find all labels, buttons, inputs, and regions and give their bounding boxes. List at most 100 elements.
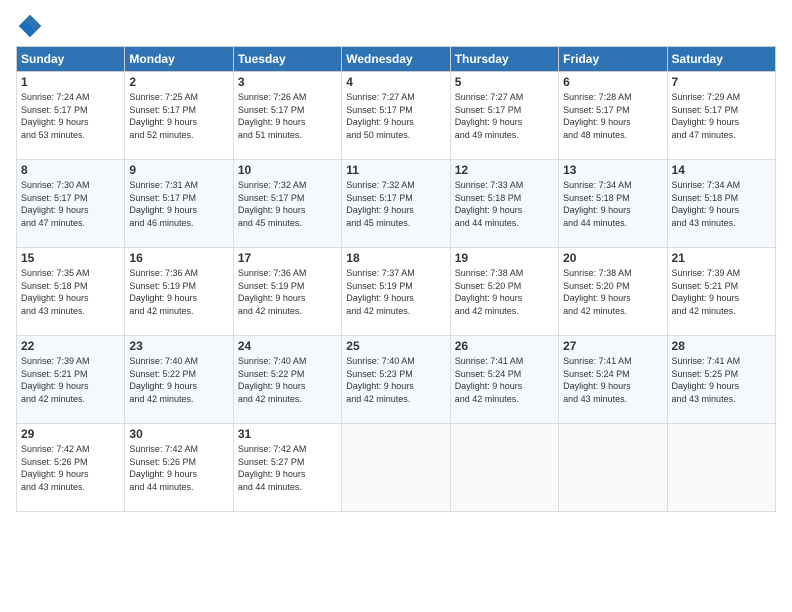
day-info: Sunrise: 7:27 AM Sunset: 5:17 PM Dayligh…: [455, 91, 554, 141]
calendar-cell: 10 Sunrise: 7:32 AM Sunset: 5:17 PM Dayli…: [233, 160, 341, 248]
weekday-header-thursday: Thursday: [450, 47, 558, 72]
day-number: 25: [346, 339, 445, 353]
calendar-cell: 12 Sunrise: 7:33 AM Sunset: 5:18 PM Dayli…: [450, 160, 558, 248]
weekday-header-tuesday: Tuesday: [233, 47, 341, 72]
calendar-cell: 9Sunrise: 7:31 AM Sunset: 5:17 PM Daylig…: [125, 160, 233, 248]
day-number: 24: [238, 339, 337, 353]
day-number: 15: [21, 251, 120, 265]
day-info: Sunrise: 7:42 AM Sunset: 5:26 PM Dayligh…: [21, 443, 120, 493]
calendar-cell: 28Sunrise: 7:41 AM Sunset: 5:25 PM Dayli…: [667, 336, 775, 424]
calendar-cell: 30 Sunrise: 7:42 AM Sunset: 5:26 PM Dayli…: [125, 424, 233, 512]
day-info: Sunrise: 7:42 AM Sunset: 5:26 PM Dayligh…: [129, 443, 228, 493]
day-info: Sunrise: 7:38 AM Sunset: 5:20 PM Dayligh…: [455, 267, 554, 317]
day-number: 27: [563, 339, 662, 353]
logo: [16, 12, 48, 40]
calendar-cell: 13 Sunrise: 7:34 AM Sunset: 5:18 PM Dayli…: [559, 160, 667, 248]
day-number: 18: [346, 251, 445, 265]
day-number: 3: [238, 75, 337, 89]
day-number: 29: [21, 427, 120, 441]
weekday-header-saturday: Saturday: [667, 47, 775, 72]
weekday-header-monday: Monday: [125, 47, 233, 72]
day-info: Sunrise: 7:28 AM Sunset: 5:17 PM Dayligh…: [563, 91, 662, 141]
day-info: Sunrise: 7:27 AM Sunset: 5:17 PM Dayligh…: [346, 91, 445, 141]
day-info: Sunrise: 7:37 AM Sunset: 5:19 PM Dayligh…: [346, 267, 445, 317]
calendar-table: SundayMondayTuesdayWednesdayThursdayFrid…: [16, 46, 776, 512]
calendar-cell: 19 Sunrise: 7:38 AM Sunset: 5:20 PM Dayli…: [450, 248, 558, 336]
day-number: 20: [563, 251, 662, 265]
calendar-cell: 31Sunrise: 7:42 AM Sunset: 5:27 PM Dayli…: [233, 424, 341, 512]
day-number: 9: [129, 163, 228, 177]
calendar-cell: 14 Sunrise: 7:34 AM Sunset: 5:18 PM Dayli…: [667, 160, 775, 248]
calendar-cell: 7 Sunrise: 7:29 AM Sunset: 5:17 PM Daylig…: [667, 72, 775, 160]
day-info: Sunrise: 7:39 AM Sunset: 5:21 PM Dayligh…: [672, 267, 771, 317]
calendar-cell: 29 Sunrise: 7:42 AM Sunset: 5:26 PM Dayli…: [17, 424, 125, 512]
weekday-header-sunday: Sunday: [17, 47, 125, 72]
logo-icon: [16, 12, 44, 40]
day-number: 6: [563, 75, 662, 89]
day-info: Sunrise: 7:33 AM Sunset: 5:18 PM Dayligh…: [455, 179, 554, 229]
day-info: Sunrise: 7:34 AM Sunset: 5:18 PM Dayligh…: [563, 179, 662, 229]
day-info: Sunrise: 7:40 AM Sunset: 5:22 PM Dayligh…: [129, 355, 228, 405]
day-info: Sunrise: 7:34 AM Sunset: 5:18 PM Dayligh…: [672, 179, 771, 229]
day-info: Sunrise: 7:26 AM Sunset: 5:17 PM Dayligh…: [238, 91, 337, 141]
day-number: 22: [21, 339, 120, 353]
day-info: Sunrise: 7:41 AM Sunset: 5:24 PM Dayligh…: [455, 355, 554, 405]
day-number: 19: [455, 251, 554, 265]
calendar-cell: 20 Sunrise: 7:38 AM Sunset: 5:20 PM Dayli…: [559, 248, 667, 336]
calendar-cell: 6 Sunrise: 7:28 AM Sunset: 5:17 PM Daylig…: [559, 72, 667, 160]
day-number: 14: [672, 163, 771, 177]
calendar-cell: [667, 424, 775, 512]
header: [16, 12, 776, 40]
day-number: 21: [672, 251, 771, 265]
calendar-cell: 8 Sunrise: 7:30 AM Sunset: 5:17 PM Daylig…: [17, 160, 125, 248]
day-info: Sunrise: 7:38 AM Sunset: 5:20 PM Dayligh…: [563, 267, 662, 317]
day-number: 13: [563, 163, 662, 177]
day-number: 4: [346, 75, 445, 89]
calendar-cell: 22 Sunrise: 7:39 AM Sunset: 5:21 PM Dayli…: [17, 336, 125, 424]
day-number: 23: [129, 339, 228, 353]
day-info: Sunrise: 7:40 AM Sunset: 5:23 PM Dayligh…: [346, 355, 445, 405]
day-number: 31: [238, 427, 337, 441]
day-number: 5: [455, 75, 554, 89]
calendar-cell: [450, 424, 558, 512]
day-info: Sunrise: 7:24 AM Sunset: 5:17 PM Dayligh…: [21, 91, 120, 141]
calendar-cell: 17 Sunrise: 7:36 AM Sunset: 5:19 PM Dayli…: [233, 248, 341, 336]
calendar-cell: 18 Sunrise: 7:37 AM Sunset: 5:19 PM Dayli…: [342, 248, 450, 336]
calendar-cell: 11Sunrise: 7:32 AM Sunset: 5:17 PM Dayli…: [342, 160, 450, 248]
day-info: Sunrise: 7:36 AM Sunset: 5:19 PM Dayligh…: [238, 267, 337, 317]
day-number: 7: [672, 75, 771, 89]
day-info: Sunrise: 7:30 AM Sunset: 5:17 PM Dayligh…: [21, 179, 120, 229]
calendar-cell: [342, 424, 450, 512]
calendar-week-2: 8 Sunrise: 7:30 AM Sunset: 5:17 PM Daylig…: [17, 160, 776, 248]
calendar-cell: 27Sunrise: 7:41 AM Sunset: 5:24 PM Dayli…: [559, 336, 667, 424]
day-number: 8: [21, 163, 120, 177]
calendar-cell: 3 Sunrise: 7:26 AM Sunset: 5:17 PM Daylig…: [233, 72, 341, 160]
day-info: Sunrise: 7:36 AM Sunset: 5:19 PM Dayligh…: [129, 267, 228, 317]
day-number: 10: [238, 163, 337, 177]
calendar-cell: 21 Sunrise: 7:39 AM Sunset: 5:21 PM Dayli…: [667, 248, 775, 336]
calendar-cell: 24 Sunrise: 7:40 AM Sunset: 5:22 PM Dayli…: [233, 336, 341, 424]
calendar-cell: 2Sunrise: 7:25 AM Sunset: 5:17 PM Daylig…: [125, 72, 233, 160]
weekday-header-wednesday: Wednesday: [342, 47, 450, 72]
calendar-cell: 26 Sunrise: 7:41 AM Sunset: 5:24 PM Dayli…: [450, 336, 558, 424]
calendar-week-3: 15 Sunrise: 7:35 AM Sunset: 5:18 PM Dayli…: [17, 248, 776, 336]
calendar-header-row: SundayMondayTuesdayWednesdayThursdayFrid…: [17, 47, 776, 72]
day-info: Sunrise: 7:29 AM Sunset: 5:17 PM Dayligh…: [672, 91, 771, 141]
day-number: 16: [129, 251, 228, 265]
day-number: 30: [129, 427, 228, 441]
day-info: Sunrise: 7:39 AM Sunset: 5:21 PM Dayligh…: [21, 355, 120, 405]
page: SundayMondayTuesdayWednesdayThursdayFrid…: [0, 0, 792, 612]
day-info: Sunrise: 7:35 AM Sunset: 5:18 PM Dayligh…: [21, 267, 120, 317]
day-number: 26: [455, 339, 554, 353]
calendar-week-4: 22 Sunrise: 7:39 AM Sunset: 5:21 PM Dayli…: [17, 336, 776, 424]
calendar-cell: 25 Sunrise: 7:40 AM Sunset: 5:23 PM Dayli…: [342, 336, 450, 424]
calendar-cell: 5 Sunrise: 7:27 AM Sunset: 5:17 PM Daylig…: [450, 72, 558, 160]
calendar-cell: 15 Sunrise: 7:35 AM Sunset: 5:18 PM Dayli…: [17, 248, 125, 336]
day-number: 12: [455, 163, 554, 177]
calendar-cell: 16 Sunrise: 7:36 AM Sunset: 5:19 PM Dayli…: [125, 248, 233, 336]
day-number: 28: [672, 339, 771, 353]
day-info: Sunrise: 7:32 AM Sunset: 5:17 PM Dayligh…: [238, 179, 337, 229]
day-number: 17: [238, 251, 337, 265]
weekday-header-friday: Friday: [559, 47, 667, 72]
day-info: Sunrise: 7:40 AM Sunset: 5:22 PM Dayligh…: [238, 355, 337, 405]
